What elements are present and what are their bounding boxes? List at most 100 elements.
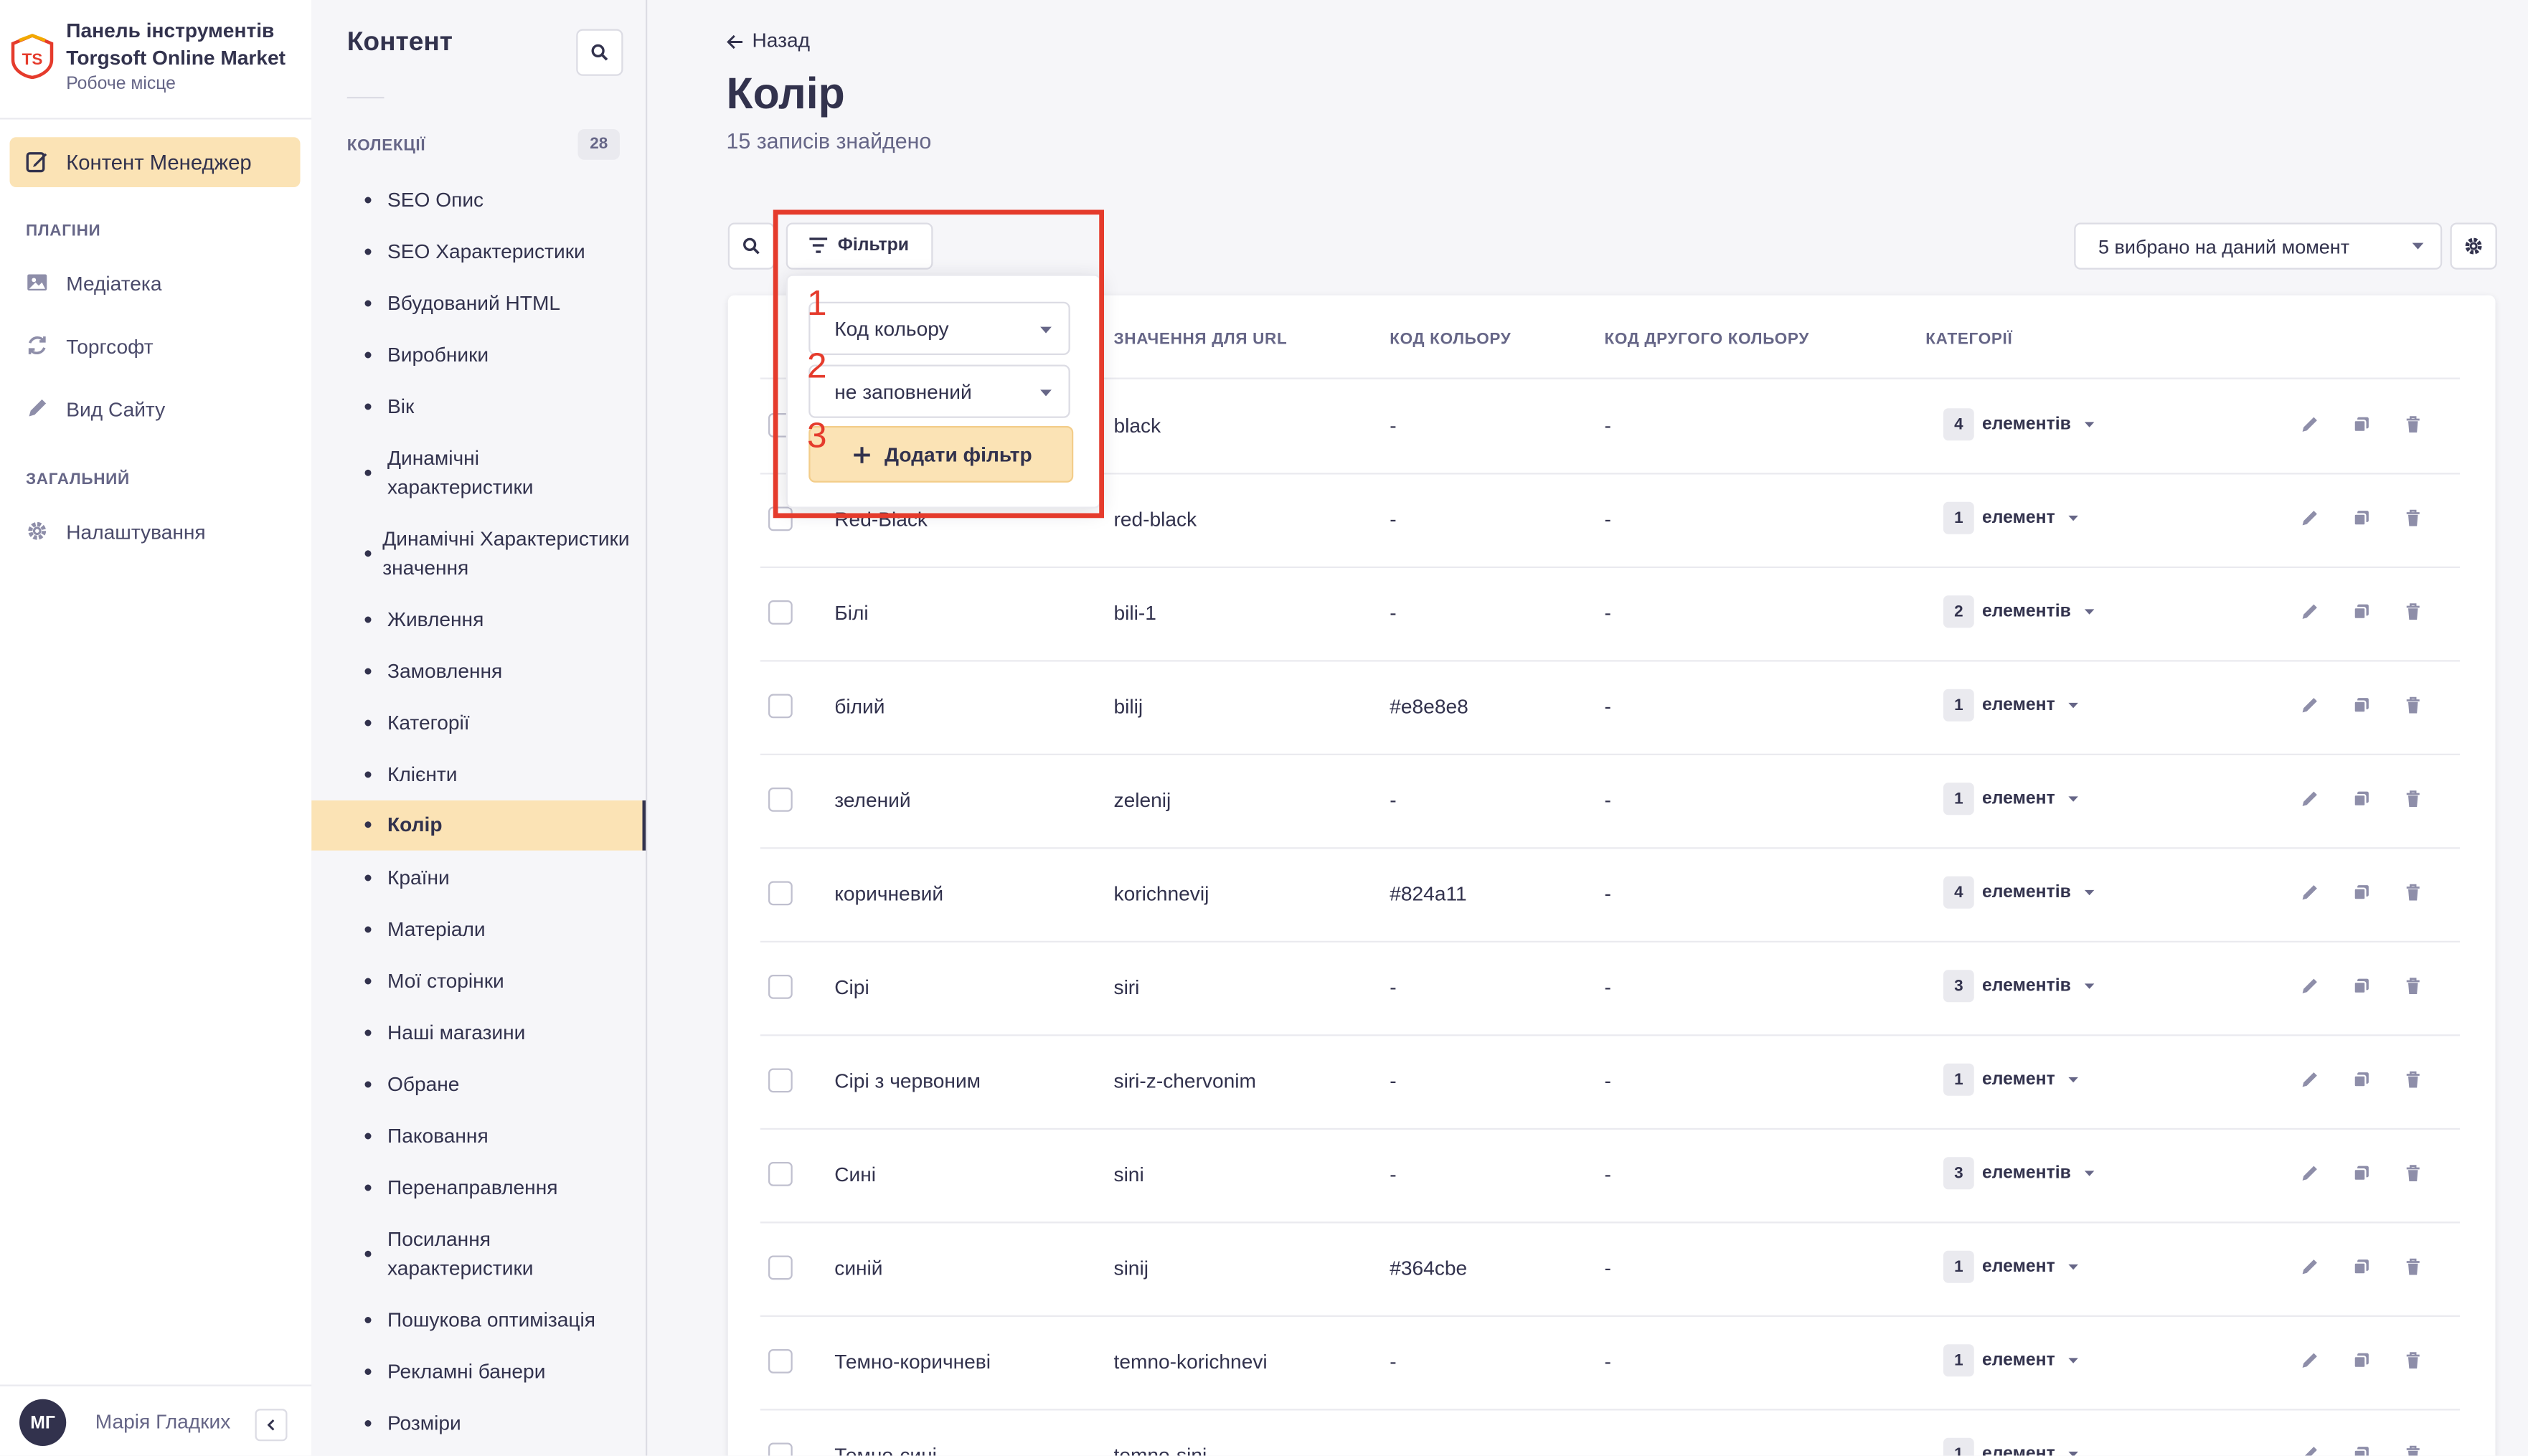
collection-item[interactable]: Матеріали [311,914,644,946]
column-header-url[interactable]: ЗНАЧЕННЯ ДЛЯ URL [1114,331,1288,349]
nav-item-settings[interactable]: Налаштування [0,515,311,551]
duplicate-icon[interactable] [2352,789,2371,808]
collection-item[interactable]: Динамічні характеристики [311,443,644,504]
collection-label: Наші магазини [387,1021,526,1044]
row-checkbox[interactable] [768,1349,793,1374]
table-row[interactable]: Темно-сині temno-sini - - 1 елемент [760,1409,2460,1456]
edit-icon[interactable] [2300,1351,2319,1370]
collection-item-active[interactable]: Колір [311,800,646,851]
page-title: Колір [726,69,845,118]
duplicate-icon[interactable] [2352,1445,2371,1456]
edit-icon[interactable] [2300,1445,2319,1456]
duplicate-icon[interactable] [2352,696,2371,715]
table-row[interactable]: білий bilij #e8e8e8 - 1 елемент [760,660,2460,755]
collection-item[interactable]: Пошукова оптимізація [311,1304,644,1336]
list-settings-button[interactable] [2450,222,2497,270]
edit-icon[interactable] [2300,1070,2319,1089]
collection-item[interactable]: Клієнти [311,759,644,791]
nav-item-torgsoft[interactable]: Торгсофт [0,329,311,365]
collection-item[interactable]: Динамічні Характеристики значення [311,523,644,585]
trash-icon[interactable] [2403,509,2423,528]
trash-icon[interactable] [2403,696,2423,715]
edit-icon[interactable] [2300,415,2319,434]
collection-item[interactable]: Виробники [311,339,644,372]
nav-item-content-manager[interactable]: Контент Менеджер [9,137,301,187]
duplicate-icon[interactable] [2352,1351,2371,1370]
table-row[interactable]: Сірі з червоним siri-z-chervonim - - 1 елемен… [760,1034,2460,1130]
table-row[interactable]: Сірі siri - - 3 елементів [760,941,2460,1036]
collection-item[interactable]: SEO Характеристики [311,236,644,268]
duplicate-icon[interactable] [2352,509,2371,528]
collection-item[interactable]: Посилання характеристики [311,1224,644,1285]
trash-icon[interactable] [2403,883,2423,902]
trash-icon[interactable] [2403,1445,2423,1456]
collection-item[interactable]: Мої сторінки [311,965,644,998]
table-row[interactable]: Білі bili-1 - - 2 елементів [760,567,2460,662]
cell-second-color-code: - [1604,789,1611,812]
column-header-categories[interactable]: КАТЕГОРІЇ [1925,331,2012,349]
collection-item[interactable]: Розміри [311,1407,644,1440]
categories-count-label: елемент [1982,508,2055,528]
nav-item-site-view[interactable]: Вид Сайту [0,392,311,428]
search-button[interactable] [727,222,775,270]
trash-icon[interactable] [2403,1070,2423,1089]
collection-item[interactable]: Наші магазини [311,1017,644,1049]
duplicate-icon[interactable] [2352,976,2371,996]
trash-icon[interactable] [2403,1257,2423,1277]
column-header-color-code[interactable]: КОД КОЛЬОРУ [1390,331,1511,349]
row-checkbox[interactable] [768,1162,793,1186]
trash-icon[interactable] [2403,415,2423,434]
user-name[interactable]: Марія Гладких [95,1411,231,1434]
collection-item[interactable]: Обране [311,1069,644,1101]
row-checkbox[interactable] [768,788,793,812]
trash-icon[interactable] [2403,602,2423,621]
trash-icon[interactable] [2403,976,2423,996]
duplicate-icon[interactable] [2352,602,2371,621]
duplicate-icon[interactable] [2352,1257,2371,1277]
duplicate-icon[interactable] [2352,415,2371,434]
trash-icon[interactable] [2403,1163,2423,1183]
collapse-nav-button[interactable] [255,1409,288,1442]
collection-item[interactable]: Паковання [311,1120,644,1153]
table-row[interactable]: Темно-коричневі temno-korichnevi - - 1 елемен… [760,1315,2460,1411]
table-row[interactable]: синій sinij #364cbe - 1 елемент [760,1221,2460,1317]
collection-item[interactable]: Категорії [311,707,644,739]
edit-icon[interactable] [2300,789,2319,808]
row-checkbox[interactable] [768,600,793,625]
edit-icon[interactable] [2300,1257,2319,1277]
edit-icon[interactable] [2300,883,2319,902]
collection-item[interactable]: Живлення [311,604,644,636]
trash-icon[interactable] [2403,789,2423,808]
duplicate-icon[interactable] [2352,883,2371,902]
edit-icon[interactable] [2300,509,2319,528]
edit-icon[interactable] [2300,696,2319,715]
collection-item[interactable]: Рекламні банери [311,1356,644,1388]
edit-icon[interactable] [2300,602,2319,621]
subnav-search-button[interactable] [576,29,623,76]
table-row[interactable]: зелений zelenij - - 1 елемент [760,754,2460,849]
collection-item[interactable]: Вік [311,391,644,423]
collection-item[interactable]: Вбудований HTML [311,288,644,320]
column-header-second-color-code[interactable]: КОД ДРУГОГО КОЛЬОРУ [1605,331,1810,349]
caret-down-icon [2084,608,2095,615]
row-checkbox[interactable] [768,694,793,719]
row-checkbox[interactable] [768,881,793,906]
row-checkbox[interactable] [768,1255,793,1280]
row-checkbox[interactable] [768,1068,793,1093]
duplicate-icon[interactable] [2352,1163,2371,1183]
duplicate-icon[interactable] [2352,1070,2371,1089]
table-row[interactable]: Сині sini - - 3 елементів [760,1128,2460,1224]
nav-item-media-library[interactable]: Медіатека [0,266,311,302]
collection-item[interactable]: Країни [311,862,644,894]
collection-item[interactable]: Перенаправлення [311,1172,644,1204]
trash-icon[interactable] [2403,1351,2423,1370]
edit-icon[interactable] [2300,1163,2319,1183]
columns-select[interactable]: 5 вибрано на даний момент [2074,222,2443,270]
edit-icon[interactable] [2300,976,2319,996]
avatar[interactable]: МГ [19,1399,67,1446]
collection-item[interactable]: Замовлення [311,656,644,688]
row-checkbox[interactable] [768,1442,793,1456]
row-checkbox[interactable] [768,975,793,999]
collection-item[interactable]: SEO Опис [311,184,644,217]
table-row[interactable]: коричневий korichnevij #824a11 - 4 елементів [760,847,2460,942]
